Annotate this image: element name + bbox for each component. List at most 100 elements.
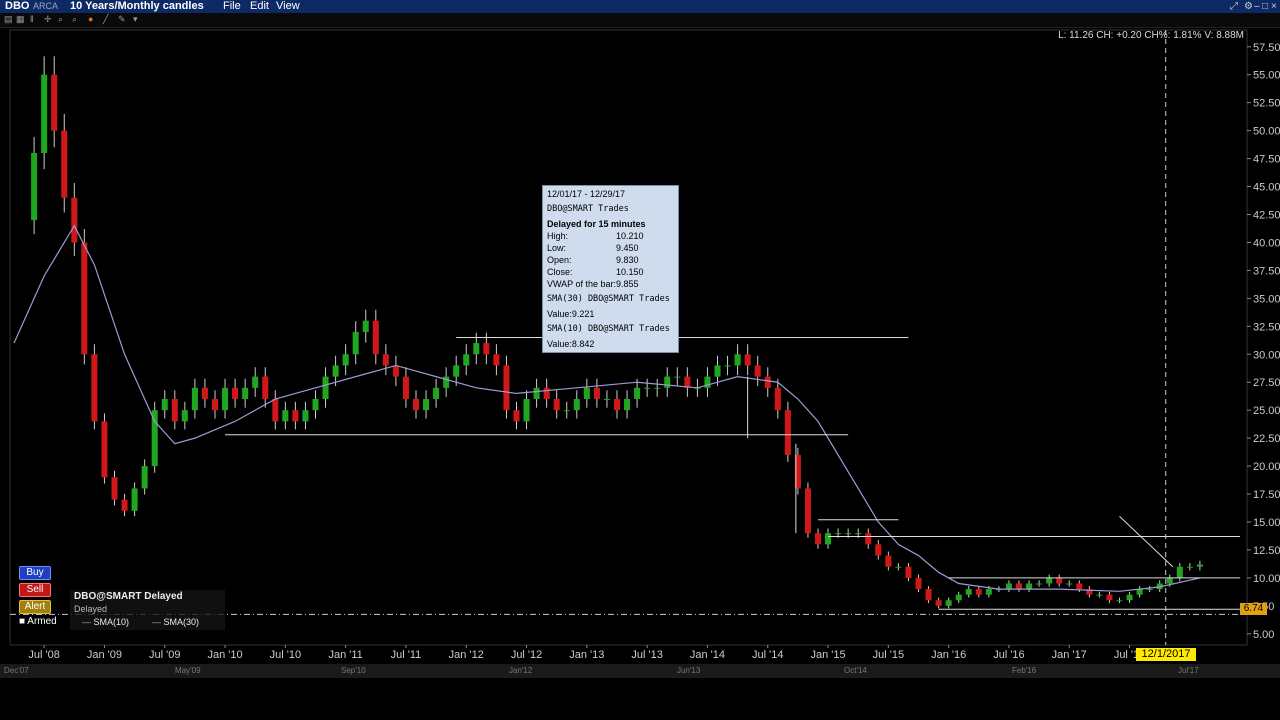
indicator-icon[interactable]: ▦ xyxy=(16,15,25,24)
chart-toolbar: ▤ ▦ ‖ ✛ ⌕ ⌕ ● ╱ ✎ ▾ xyxy=(0,13,1280,28)
candle-body xyxy=(985,589,992,595)
crosshair-icon[interactable]: ✛ xyxy=(44,15,53,24)
drawing-icon[interactable]: ● xyxy=(88,15,97,24)
tooltip-high-label: High: xyxy=(547,231,569,241)
candle-body xyxy=(382,354,389,366)
candle-body xyxy=(262,376,269,399)
tooltip-delay: Delayed for 15 minutes xyxy=(547,219,646,229)
close-icon[interactable]: × xyxy=(1271,0,1277,13)
x-tick-label: Jan '14 xyxy=(690,649,725,661)
line-tool-icon[interactable]: ╱ xyxy=(103,15,112,24)
bars-icon[interactable]: ‖ xyxy=(30,15,39,24)
y-tick-label: 15.00 xyxy=(1253,517,1280,529)
chart-type-icon[interactable]: ▤ xyxy=(4,15,13,24)
text-tool-icon[interactable]: ✎ xyxy=(118,15,127,24)
candle-body xyxy=(31,153,38,221)
y-tick-label: 55.00 xyxy=(1253,70,1280,82)
candle-body xyxy=(312,399,319,411)
alert-button[interactable]: Alert xyxy=(19,600,51,614)
candle-body xyxy=(302,410,309,422)
exchange-label: ARCA xyxy=(33,1,59,11)
candle-body xyxy=(1036,583,1043,585)
armed-toggle[interactable]: ■ Armed xyxy=(19,616,57,627)
nav-label-1: May'09 xyxy=(175,666,201,675)
candle-body xyxy=(885,555,892,567)
period-selector[interactable]: 10 Years/Monthly candles xyxy=(70,0,204,13)
legend-title[interactable]: DBO@SMART Delayed xyxy=(74,591,183,602)
candle-body xyxy=(332,365,339,377)
candle-body xyxy=(402,376,409,399)
candle-body xyxy=(1005,583,1012,590)
sma10-label: SMA(10) xyxy=(93,617,130,627)
y-tick-label: 10.00 xyxy=(1253,573,1280,585)
candle-body xyxy=(624,399,631,411)
symbol-label[interactable]: DBO xyxy=(5,0,29,13)
candle-body xyxy=(1116,600,1123,602)
y-tick-label: 25.00 xyxy=(1253,405,1280,417)
x-tick-label: Jan '17 xyxy=(1052,649,1087,661)
candle-body xyxy=(654,387,661,389)
x-tick-label: Jul '16 xyxy=(993,649,1024,661)
x-tick-label: Jan '16 xyxy=(931,649,966,661)
menu-view[interactable]: View xyxy=(276,0,300,13)
candle-body xyxy=(181,410,188,422)
candle-body xyxy=(463,354,470,366)
candle-body xyxy=(744,354,751,366)
candle-body xyxy=(1106,594,1113,601)
sell-button[interactable]: Sell xyxy=(19,583,51,597)
settings-icon[interactable]: ⚙ xyxy=(1244,0,1253,13)
zoom-out-icon[interactable]: ⌕ xyxy=(72,15,81,24)
candle-body xyxy=(875,544,882,556)
candle-body xyxy=(91,354,98,422)
title-bar: DBO ARCA 10 Years/Monthly candles File E… xyxy=(0,0,1280,13)
candle-body xyxy=(101,421,108,478)
minimize-icon[interactable]: – xyxy=(1254,0,1260,13)
candle-body xyxy=(855,533,862,535)
time-navigator[interactable]: Dec'07 May'09 Sep'10 Jan'12 Jun'13 Oct'1… xyxy=(0,664,1280,678)
sma10-line-icon: — xyxy=(82,617,91,627)
menu-edit[interactable]: Edit xyxy=(250,0,269,13)
candle-body xyxy=(905,566,912,578)
buy-button[interactable]: Buy xyxy=(19,566,51,580)
candle-body xyxy=(664,376,671,388)
maximize-icon[interactable]: □ xyxy=(1262,0,1268,13)
tools-dropdown-icon[interactable]: ▾ xyxy=(133,15,142,24)
candle-body xyxy=(322,376,329,399)
y-tick-label: 17.50 xyxy=(1253,489,1280,501)
candle-body xyxy=(272,399,279,422)
candle-body xyxy=(392,365,399,377)
x-tick-label: Jan '13 xyxy=(569,649,604,661)
candle-body xyxy=(111,477,118,500)
candle-body xyxy=(1016,583,1022,590)
candle-body xyxy=(915,577,922,590)
candle-body xyxy=(131,488,138,511)
tooltip-close-label: Close: xyxy=(547,267,573,277)
candle-body xyxy=(292,410,299,422)
tooltip-vwap: VWAP of the bar:9.855 xyxy=(547,279,639,289)
y-tick-label: 35.00 xyxy=(1253,293,1280,305)
tooltip-low: 9.450 xyxy=(616,243,639,253)
legend-status: Delayed xyxy=(74,604,108,614)
candle-body xyxy=(483,343,490,355)
legend-sma30[interactable]: — SMA(30) xyxy=(152,617,199,627)
sma30-label: SMA(30) xyxy=(163,617,200,627)
candle-body xyxy=(212,399,218,411)
legend-sma10[interactable]: — SMA(10) xyxy=(82,617,129,627)
armed-checkbox-icon[interactable]: ■ xyxy=(19,616,25,627)
candle-body xyxy=(362,320,369,332)
candle-body xyxy=(252,376,259,388)
candle-body xyxy=(121,499,128,511)
tooltip-open: 9.830 xyxy=(616,255,639,265)
candle-body xyxy=(473,343,480,355)
link-icon[interactable]: ⤢ xyxy=(1230,0,1238,13)
candle-body xyxy=(754,365,761,377)
menu-file[interactable]: File xyxy=(223,0,241,13)
candle-body xyxy=(171,399,178,422)
candle-body xyxy=(573,399,580,411)
zoom-in-icon[interactable]: ⌕ xyxy=(58,15,67,24)
tooltip-low-label: Low: xyxy=(547,243,567,253)
x-tick-label: Jan '15 xyxy=(810,649,845,661)
candle-body xyxy=(51,74,58,131)
armed-label: Armed xyxy=(27,616,57,627)
tooltip-open-label: Open: xyxy=(547,255,572,265)
